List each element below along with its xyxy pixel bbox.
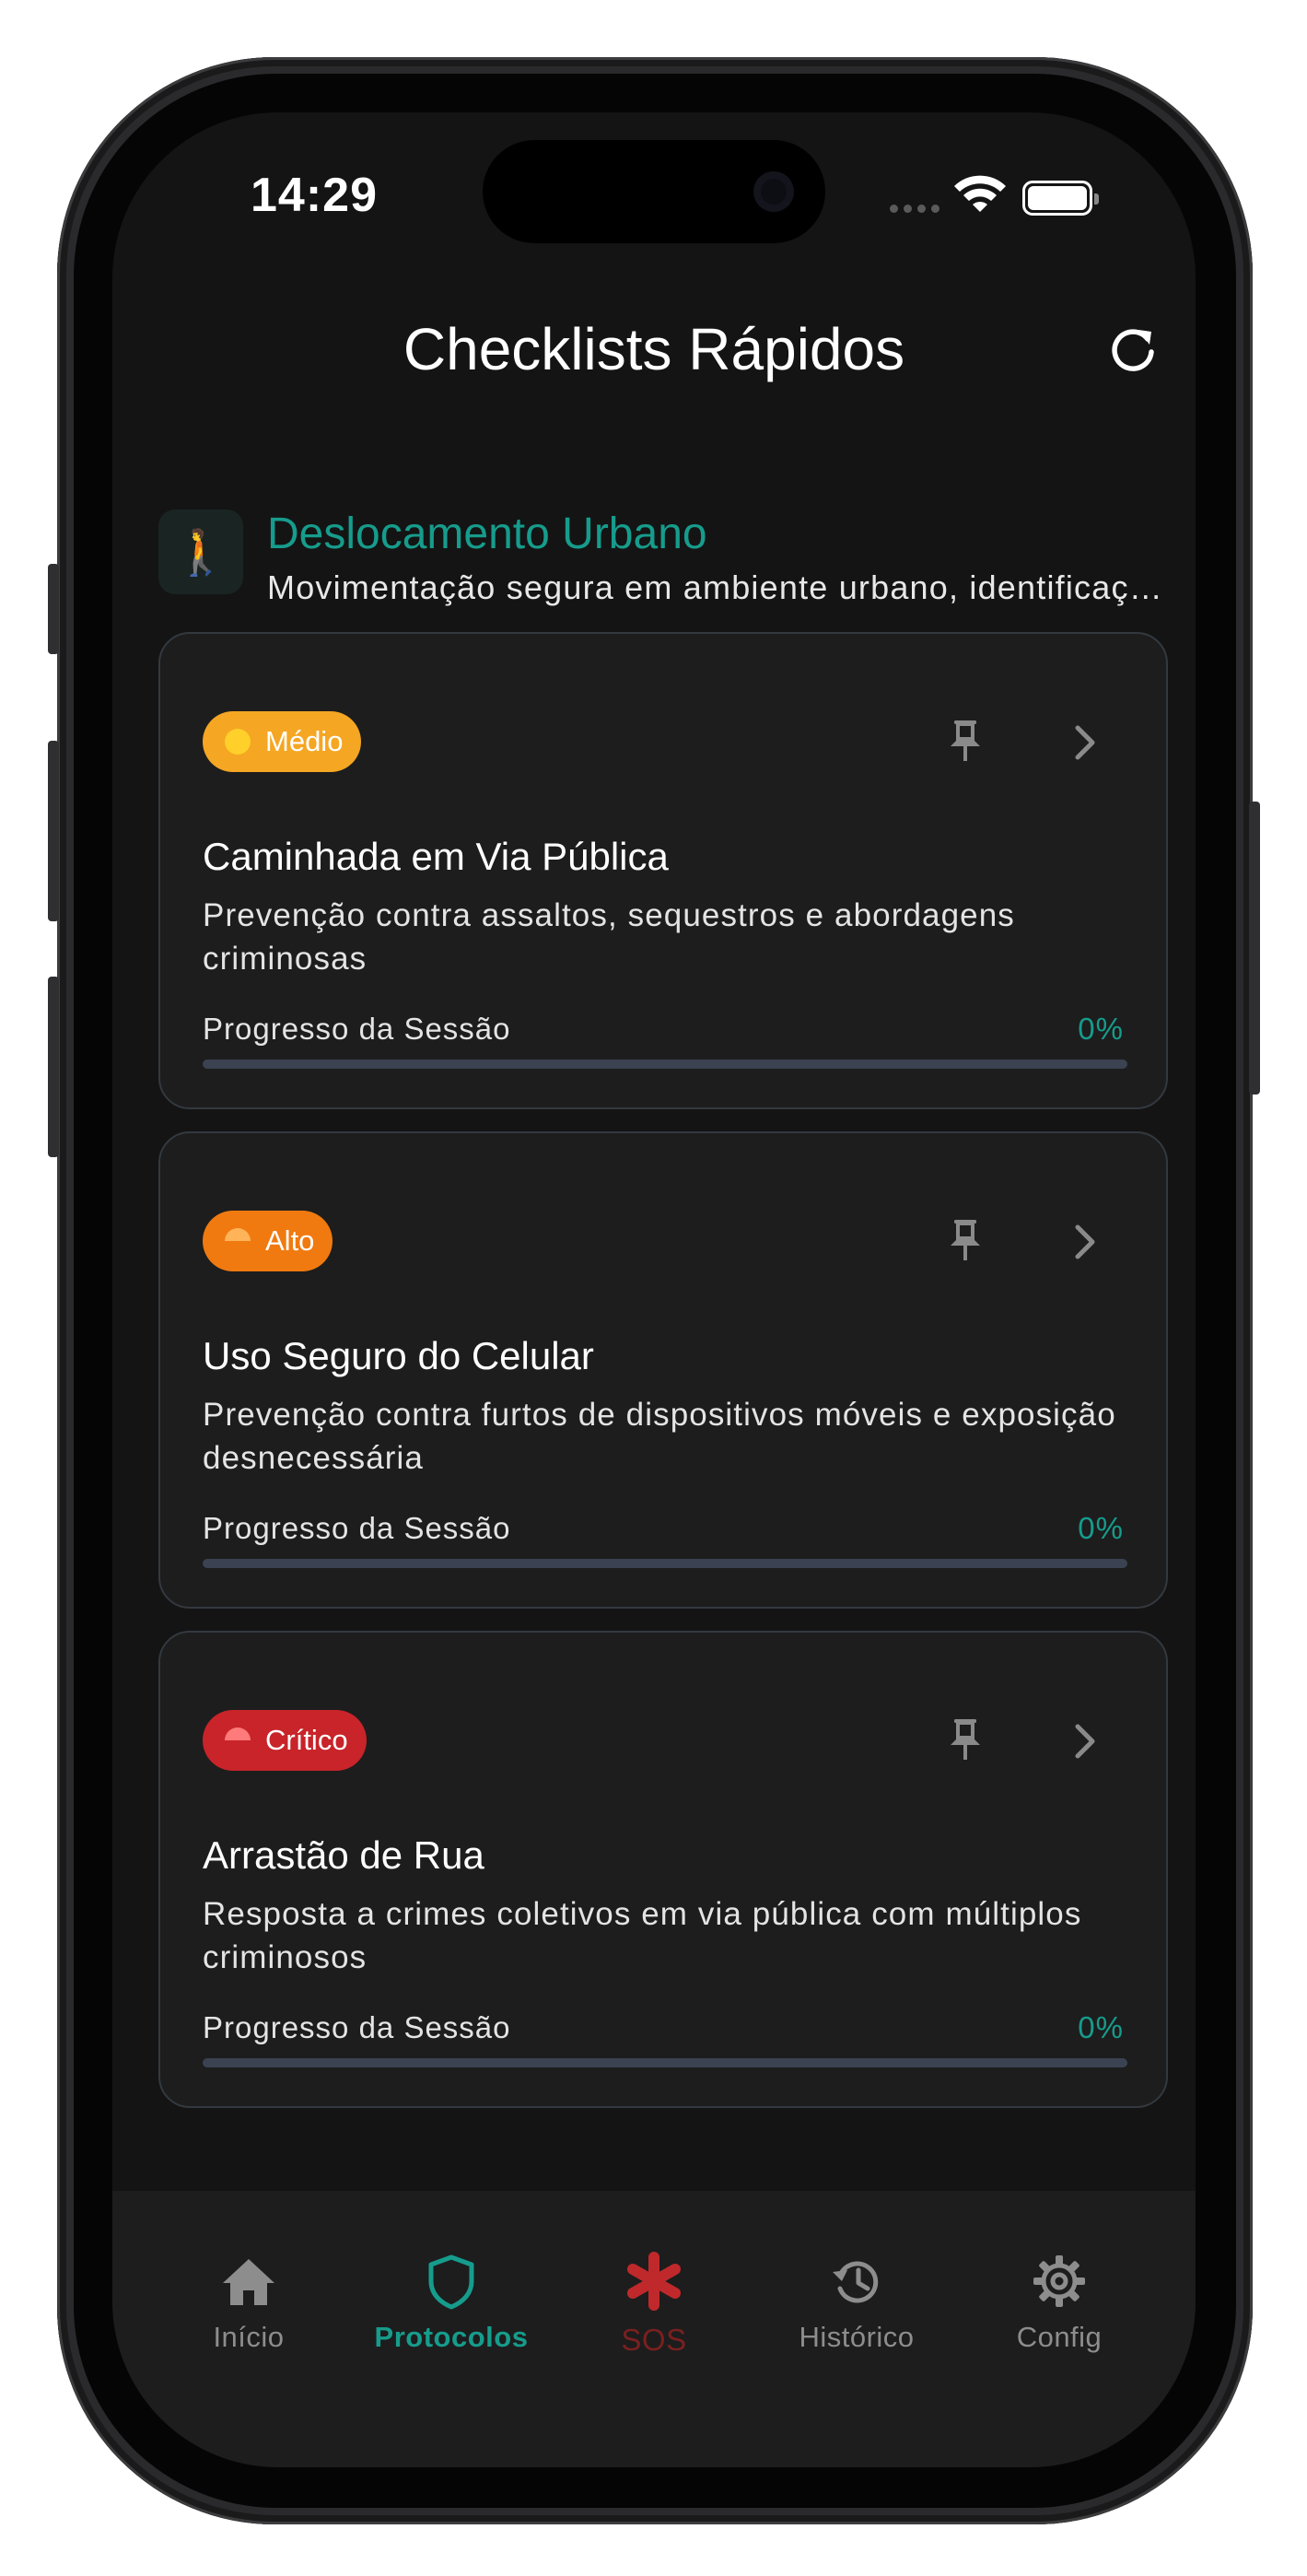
progress-label: Progresso da Sessão [203, 1511, 511, 1545]
nav-item-config[interactable]: Config [958, 2252, 1161, 2354]
pin-icon[interactable] [941, 717, 989, 765]
nav-label: Protocolos [374, 2321, 529, 2353]
nav-item-protocolos[interactable]: Protocolos [350, 2252, 553, 2354]
chevron-right-icon[interactable] [1067, 720, 1103, 765]
app-screen: 14:29 Checklists Rápidos 🚶 Deslocamento … [112, 112, 1196, 2467]
nav-label: Início [213, 2321, 285, 2353]
card-description: Resposta a crimes coletivos em via públi… [203, 1896, 1082, 1975]
action-button [48, 564, 59, 654]
gear-icon [1033, 2255, 1085, 2307]
dynamic-island [483, 140, 825, 243]
risk-badge-label: Médio [265, 725, 344, 757]
nav-label: Config [1016, 2321, 1103, 2353]
risk-dot-icon [225, 1228, 251, 1254]
card-title: Arrastão de Rua [203, 1833, 484, 1877]
battery-icon [1022, 181, 1099, 216]
page-title: Checklists Rápidos [403, 316, 905, 382]
volume-up-button [48, 741, 59, 921]
refresh-icon[interactable] [1107, 324, 1159, 376]
power-button [1249, 802, 1260, 1095]
history-icon [833, 2261, 879, 2303]
card-description: Prevenção contra furtos de dispositivos … [203, 1397, 1116, 1476]
nav-item-sos[interactable]: SOS [553, 2252, 755, 2358]
chevron-right-icon[interactable] [1067, 1719, 1103, 1763]
status-time: 14:29 [251, 169, 378, 222]
nav-item-inicio[interactable]: Início [147, 2252, 350, 2354]
bottom-navigation: Início Protocolos SOS Histórico Config [112, 2191, 1196, 2467]
risk-dot-icon [225, 729, 251, 755]
risk-dot-icon [225, 1727, 251, 1753]
asterisk-icon [627, 2252, 681, 2311]
nav-label: Histórico [799, 2321, 915, 2353]
progress-bar [203, 2058, 1127, 2067]
home-icon [223, 2259, 274, 2305]
checklist-card-arrastao[interactable]: Crítico Arrastão de Rua Resposta a crime… [158, 1631, 1168, 2108]
progress-label: Progresso da Sessão [203, 1012, 511, 1046]
walking-person-icon: 🚶 [158, 509, 243, 594]
pin-icon[interactable] [941, 1715, 989, 1763]
checklist-card-caminhada[interactable]: Médio Caminhada em Via Pública Prevenção… [158, 632, 1168, 1109]
volume-down-button [48, 977, 59, 1157]
shield-icon [428, 2254, 474, 2310]
progress-bar [203, 1060, 1127, 1069]
nav-item-historico[interactable]: Histórico [755, 2252, 958, 2354]
progress-value: 0% [1078, 2010, 1124, 2044]
chevron-right-icon[interactable] [1067, 1220, 1103, 1264]
card-description: Prevenção contra assaltos, sequestros e … [203, 897, 1015, 977]
card-title: Uso Seguro do Celular [203, 1334, 594, 1377]
cellular-signal-icon [890, 205, 939, 213]
risk-badge-medio: Médio [203, 711, 362, 772]
wifi-icon [954, 175, 1006, 212]
category-description: Movimentação segura em ambiente urbano, … [267, 568, 1170, 606]
nav-label: SOS [621, 2323, 687, 2357]
pin-icon[interactable] [941, 1216, 989, 1264]
risk-badge-label: Crítico [265, 1724, 348, 1756]
card-title: Caminhada em Via Pública [203, 835, 669, 878]
progress-label: Progresso da Sessão [203, 2010, 511, 2044]
category-title: Deslocamento Urbano [267, 509, 707, 558]
checklist-card-celular[interactable]: Alto Uso Seguro do Celular Prevenção con… [158, 1131, 1168, 1609]
risk-badge-alto: Alto [203, 1211, 333, 1271]
category-emoji: 🚶 [173, 528, 228, 578]
risk-badge-critico: Crítico [203, 1710, 367, 1771]
progress-value: 0% [1078, 1511, 1124, 1545]
risk-badge-label: Alto [265, 1224, 315, 1257]
camera-icon [753, 171, 794, 212]
progress-bar [203, 1559, 1127, 1568]
progress-value: 0% [1078, 1012, 1124, 1046]
